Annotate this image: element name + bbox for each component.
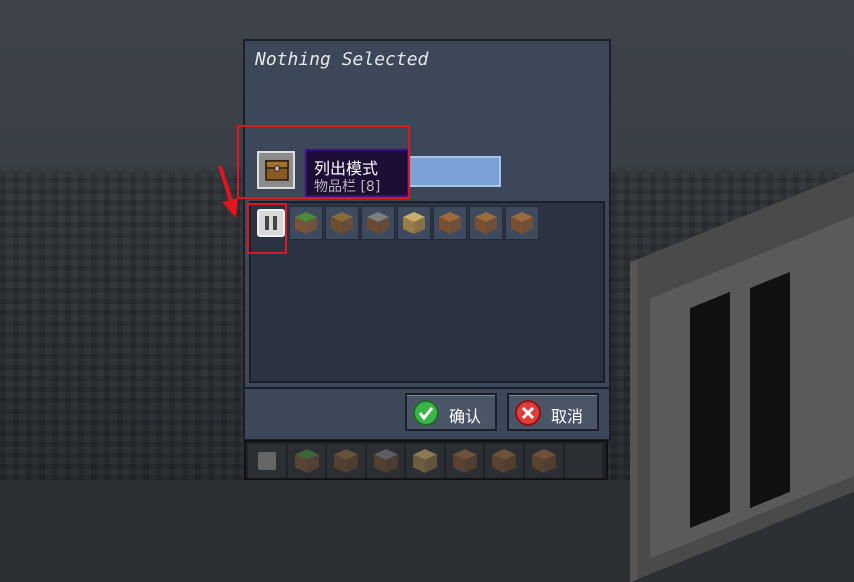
dirt-block-icon bbox=[510, 211, 534, 235]
item-slots bbox=[289, 206, 541, 240]
dialog-title: Nothing Selected bbox=[255, 49, 429, 70]
podzol-block-icon bbox=[373, 448, 399, 474]
pause-icon bbox=[258, 452, 276, 470]
highlight-box bbox=[237, 125, 410, 199]
sand-block-icon bbox=[402, 211, 426, 235]
close-icon bbox=[515, 400, 541, 426]
item-slot[interactable] bbox=[397, 206, 431, 240]
dirt-block-icon bbox=[452, 448, 478, 474]
arm-stripe bbox=[690, 291, 730, 529]
item-list-dialog: Nothing Selected 列出模式 物品栏 [8] 确认 取消 bbox=[243, 39, 611, 441]
item-slot[interactable] bbox=[289, 206, 323, 240]
grass-block-icon bbox=[294, 211, 318, 235]
arrow-icon bbox=[218, 165, 238, 218]
arm-stripe bbox=[750, 271, 790, 509]
hotbar-slot[interactable] bbox=[287, 444, 326, 478]
item-slot[interactable] bbox=[505, 206, 539, 240]
item-slot[interactable] bbox=[469, 206, 503, 240]
sand-block-icon bbox=[412, 448, 438, 474]
dirt-block-icon bbox=[491, 448, 517, 474]
grass-block-icon bbox=[294, 448, 320, 474]
podzol-block-icon bbox=[366, 211, 390, 235]
hotbar-slot[interactable] bbox=[524, 444, 563, 478]
cancel-button[interactable]: 取消 bbox=[507, 393, 599, 431]
confirm-button[interactable]: 确认 bbox=[405, 393, 497, 431]
hotbar-slot[interactable] bbox=[327, 444, 365, 478]
hotbar-slot[interactable] bbox=[445, 444, 484, 478]
hotbar-slot[interactable] bbox=[406, 444, 444, 478]
item-slot[interactable] bbox=[433, 206, 467, 240]
hotbar-slot[interactable] bbox=[366, 444, 405, 478]
dirt-block-icon bbox=[333, 448, 359, 474]
footer-divider bbox=[245, 387, 609, 389]
cancel-label: 取消 bbox=[551, 407, 584, 426]
dirt-block-icon bbox=[474, 211, 498, 235]
dirt-block-icon bbox=[438, 211, 462, 235]
check-icon bbox=[413, 400, 439, 426]
confirm-label: 确认 bbox=[449, 407, 482, 426]
dirt-block-icon bbox=[531, 448, 557, 474]
hotbar bbox=[244, 440, 608, 480]
hotbar-slot[interactable] bbox=[485, 444, 523, 478]
hotbar-slot[interactable] bbox=[248, 444, 286, 478]
item-slot[interactable] bbox=[361, 206, 395, 240]
highlight-box bbox=[247, 203, 287, 254]
hotbar-slot[interactable] bbox=[564, 444, 603, 478]
dirt-block-icon bbox=[330, 211, 354, 235]
item-slot[interactable] bbox=[325, 206, 359, 240]
